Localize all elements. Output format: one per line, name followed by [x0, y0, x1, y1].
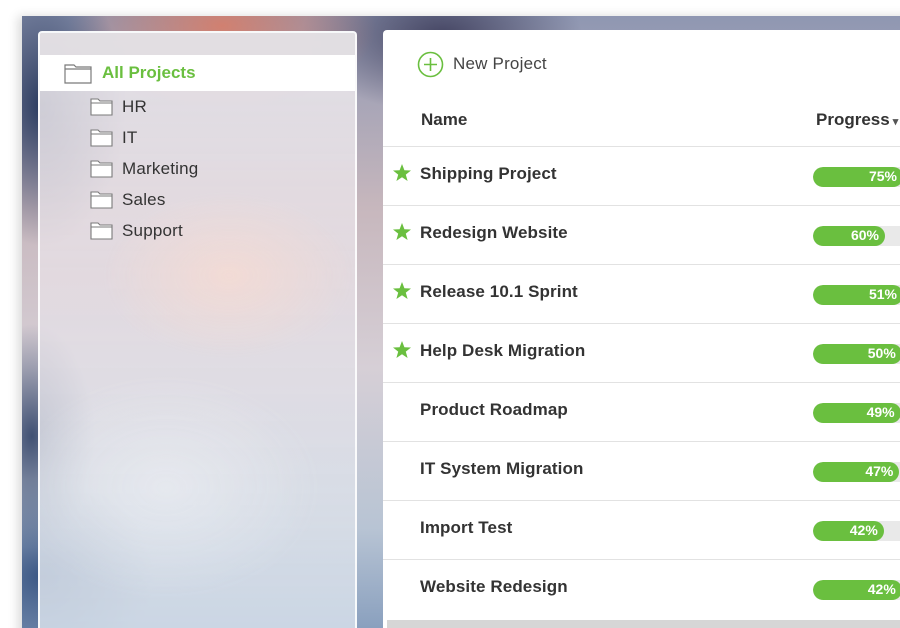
sidebar-item-marketing[interactable]: Marketing — [40, 153, 355, 184]
project-list: Shipping Project 75% Redesign Website 60… — [383, 146, 900, 618]
sidebar-item-label: Support — [122, 220, 183, 240]
table-row[interactable]: Redesign Website 60% — [383, 205, 900, 264]
folder-icon — [90, 160, 113, 178]
column-header-name[interactable]: Name — [421, 110, 467, 132]
project-name: Website Redesign — [420, 577, 568, 596]
sidebar-item-label: Sales — [122, 189, 166, 209]
progress-fill: 51% — [813, 285, 900, 305]
sidebar-item-label: IT — [122, 127, 138, 147]
sidebar-item-sales[interactable]: Sales — [40, 184, 355, 215]
progress-label: 75% — [868, 168, 897, 184]
table-row[interactable]: IT System Migration 47% — [383, 441, 900, 500]
table-row[interactable]: Shipping Project 75% — [383, 146, 900, 205]
progress-bar: 50% — [813, 344, 900, 364]
project-name: Redesign Website — [420, 223, 568, 242]
progress-bar: 42% — [813, 580, 900, 600]
project-name: IT System Migration — [420, 459, 584, 478]
progress-label: 51% — [868, 286, 897, 302]
project-name: Product Roadmap — [420, 400, 568, 419]
table-row[interactable]: Import Test 42% — [383, 500, 900, 559]
table-row[interactable]: Website Redesign 42% — [383, 559, 900, 618]
table-row[interactable]: Release 10.1 Sprint 51% — [383, 264, 900, 323]
folder-icon — [90, 129, 113, 147]
folder-icon — [64, 64, 92, 84]
project-name: Import Test — [420, 518, 513, 537]
progress-bar: 47% — [813, 462, 900, 482]
new-project-label: New Project — [453, 54, 547, 73]
sidebar-item-label: All Projects — [102, 63, 196, 82]
progress-bar: 60% — [813, 226, 900, 246]
star-icon[interactable] — [392, 281, 412, 301]
progress-fill: 42% — [813, 521, 884, 541]
plus-circle-icon — [417, 51, 444, 77]
project-name: Shipping Project — [420, 164, 557, 183]
progress-fill: 60% — [813, 226, 885, 246]
star-icon[interactable] — [392, 222, 412, 242]
sidebar-item-all-projects[interactable]: All Projects — [40, 55, 355, 91]
progress-label: 47% — [865, 463, 894, 479]
progress-bar: 49% — [813, 403, 900, 423]
project-name: Release 10.1 Sprint — [420, 282, 578, 301]
sidebar-item-label: Marketing — [122, 158, 199, 178]
table-row[interactable]: Help Desk Migration 50% — [383, 323, 900, 382]
star-icon[interactable] — [392, 163, 412, 183]
sidebar-item-it[interactable]: IT — [40, 122, 355, 153]
sidebar-item-support[interactable]: Support — [40, 215, 355, 246]
scrollbar-track[interactable] — [387, 620, 900, 628]
sidebar-item-label: HR — [122, 96, 147, 116]
table-row[interactable]: Product Roadmap 49% — [383, 382, 900, 441]
progress-bar: 75% — [813, 167, 900, 187]
sort-caret-icon[interactable]: ▾ — [893, 116, 899, 128]
column-header-progress-label: Progress — [816, 110, 890, 129]
progress-fill: 50% — [813, 344, 900, 364]
progress-label: 42% — [849, 522, 878, 538]
sidebar-item-hr[interactable]: HR — [40, 91, 355, 122]
project-name: Help Desk Migration — [420, 341, 586, 360]
progress-label: 49% — [866, 404, 895, 420]
progress-label: 42% — [867, 581, 896, 597]
folder-icon — [90, 191, 113, 209]
folder-icon — [90, 222, 113, 240]
progress-label: 50% — [867, 345, 896, 361]
new-project-button[interactable]: New Project — [417, 50, 547, 78]
progress-label: 60% — [850, 227, 879, 243]
progress-fill: 75% — [813, 167, 900, 187]
progress-bar: 51% — [813, 285, 900, 305]
folder-icon — [90, 98, 113, 116]
sidebar-top-band — [40, 33, 355, 55]
projects-panel: New Project Name Progress ▾ Shipping Proj… — [383, 30, 900, 628]
progress-fill: 49% — [813, 403, 900, 423]
progress-fill: 47% — [813, 462, 900, 482]
column-header-progress[interactable]: Progress ▾ — [816, 110, 898, 132]
progress-fill: 42% — [813, 580, 900, 600]
star-icon[interactable] — [392, 340, 412, 360]
progress-bar: 42% — [813, 521, 900, 541]
sidebar: All Projects HR IT Marketing Sales Suppo… — [38, 31, 357, 628]
